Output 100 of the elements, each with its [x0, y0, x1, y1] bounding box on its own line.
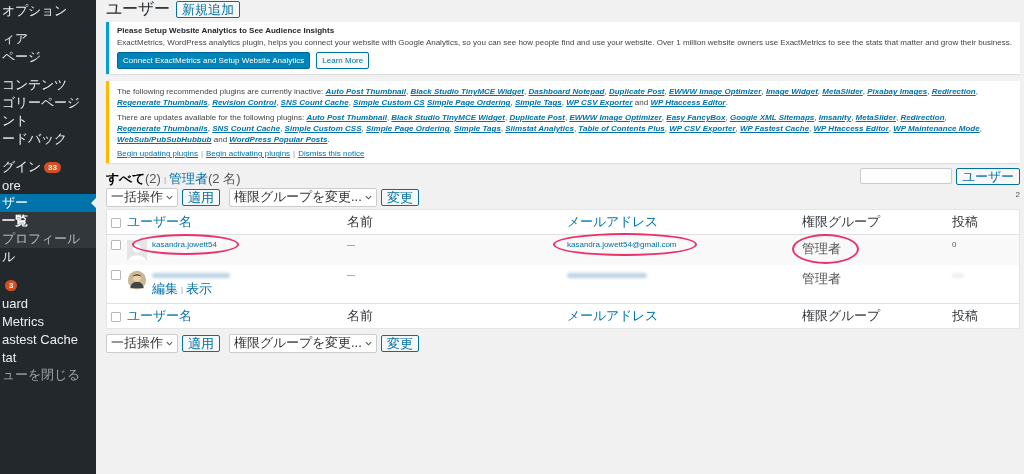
plugin-link[interactable]: Simple Tags — [454, 124, 501, 133]
plugin-link[interactable]: WP CSV Exporter — [566, 98, 633, 107]
plugin-link[interactable]: Auto Post Thumbnail — [306, 113, 387, 122]
learn-more-button[interactable]: Learn More — [316, 52, 370, 69]
plugin-link[interactable]: WP Htaccess Editor — [650, 98, 726, 107]
plugin-link[interactable]: Regenerate Thumbnails — [117, 124, 208, 133]
username-link[interactable]: kasandra.jowett54 — [152, 240, 217, 249]
separator: | — [200, 149, 204, 158]
column-header[interactable]: ユーザー名 — [127, 214, 192, 229]
sidebar-item[interactable]: Metrics — [0, 312, 96, 330]
highlight-ellipse — [792, 234, 859, 264]
column-header[interactable]: ユーザー名 — [127, 308, 192, 323]
separator: | — [181, 284, 184, 294]
plugin-link[interactable]: Black Studio TinyMCE Widget — [391, 113, 505, 122]
add-new-button[interactable]: 新規追加 — [176, 0, 240, 18]
plugin-link[interactable]: Table of Contents Plus — [578, 124, 665, 133]
column-header: 名前 — [347, 308, 373, 323]
post-count: 0 — [952, 240, 957, 249]
plugin-link[interactable]: Redirection — [900, 113, 945, 122]
page-title: ユーザー — [106, 0, 170, 19]
change-button[interactable]: 変更 — [380, 334, 419, 352]
sidebar-item[interactable]: オプション — [0, 2, 96, 20]
sidebar-item[interactable]: プロフィール — [0, 230, 96, 248]
sidebar-item[interactable]: ードバック — [0, 130, 96, 148]
notice-action-link[interactable]: Dismiss this notice — [298, 149, 365, 158]
item-count: 2 — [1015, 190, 1020, 199]
plugin-link[interactable]: MetaSlider — [822, 87, 863, 96]
plugin-link[interactable]: EWWW Image Optimizer — [668, 87, 762, 96]
count-badge: 33 — [44, 161, 61, 173]
plugin-link[interactable]: WP CSV Exporter — [669, 124, 736, 133]
plugin-link[interactable]: WP Maintenance Mode — [893, 124, 980, 133]
plugin-link[interactable]: WebSub/PubSubHubbub — [117, 135, 212, 144]
search-button[interactable]: ユーザー — [956, 168, 1020, 185]
notice-action-link[interactable]: Begin activating plugins — [206, 149, 291, 158]
sidebar-item[interactable]: ザー — [0, 194, 96, 212]
chevron-icon — [364, 194, 372, 200]
column-header: 名前 — [347, 214, 373, 229]
notice-action-link[interactable]: Begin updating plugins — [117, 149, 198, 158]
role-dropdown[interactable]: 権限グループを変更... — [229, 187, 377, 207]
plugin-link[interactable]: SNS Count Cache — [280, 98, 349, 107]
plugin-link[interactable]: Redirection — [931, 87, 976, 96]
plugin-link[interactable]: Image Widget — [765, 87, 818, 96]
count-badge: 3 — [5, 279, 18, 291]
plugin-link[interactable]: Simple Custom CS — [353, 98, 425, 107]
plugin-link[interactable]: EWWW Image Optimizer — [569, 113, 662, 122]
sidebar-item[interactable]: uard — [0, 294, 96, 312]
row-checkbox[interactable] — [111, 270, 121, 280]
connect-button[interactable]: Connect ExactMetrics and Setup Website Analytics — [117, 52, 311, 69]
plugin-link[interactable]: Simple Tags — [514, 98, 562, 107]
column-header[interactable]: メールアドレス — [567, 214, 658, 229]
select-all-checkbox[interactable] — [111, 218, 121, 229]
sidebar-item[interactable]: 一覧 — [0, 212, 96, 230]
plugin-link[interactable]: Imsanity — [818, 113, 852, 122]
chevron-icon — [166, 340, 173, 346]
name-text: — — [347, 240, 355, 249]
row-checkbox[interactable] — [111, 240, 121, 250]
notice-text: The following recommended plugins are currently inactive: Auto Post Thumbnail, Black Studio TinyMCE Widget, Dashboard Notepad, Duplicate Post, EWWW Image Optimizer, Image Widget, MetaSlider, Pixabay Images, Redirection, Regenerate Thumbnails, Revision Control, SNS Count Cache, Simple Custom CS Simple Page Ordering, Simple Tags, WP CSV Exporter and WP Htaccess Editor. — [117, 86, 979, 108]
apply-button[interactable]: 適用 — [182, 334, 220, 352]
plugin-link[interactable]: WP Htaccess Editor — [813, 124, 889, 133]
sidebar-item[interactable]: ore — [0, 176, 96, 194]
notice-text: There are updates available for the following plugins: Auto Post Thumbnail, Black Studio TinyMCE Widget, Duplicate Post, EWWW Image Optimizer, Easy FancyBox, Google XML Sitemaps, Imsanity, MetaSlider, Redirection, Regenerate Thumbnails, SNS Count Cache, Simple Custom CSS, Simple Page Ordering, Simple Tags, Slimstat Analytics, Table of Contents Plus, WP CSV Exporter, WP Fastest Cache, WP Htaccess Editor, WP Maintenance Mode, WebSub/PubSubHubbub and WordPress Popular Posts. — [117, 112, 983, 145]
avatar-icon — [127, 270, 147, 290]
role-dropdown[interactable]: 権限グループを変更... — [229, 333, 377, 353]
apply-button[interactable]: 適用 — [182, 188, 220, 206]
sidebar-item[interactable]: 3 — [0, 276, 96, 294]
sidebar-item[interactable]: グイン 33 — [0, 158, 96, 176]
sidebar-item[interactable]: ィア — [0, 30, 96, 48]
plugin-link[interactable]: Duplicate Post — [509, 113, 565, 122]
select-all-checkbox[interactable] — [111, 312, 121, 323]
sidebar-item[interactable]: ューを閉じる — [0, 366, 96, 384]
sidebar-item[interactable]: ル — [0, 248, 96, 266]
sidebar-item[interactable]: ント — [0, 112, 96, 130]
sidebar-item[interactable]: tat — [0, 348, 96, 366]
notice-text: ExactMetrics, WordPress analytics plugin, helps you connect your website with Google Analytics, so you can see how people find and use your website. Over 1 million website owners use ExactMetrics to see the stats that matter and grow their business. — [117, 38, 1012, 48]
column-header: 権限グループ — [802, 214, 880, 229]
sidebar-item[interactable]: astest Cache — [0, 330, 96, 348]
view-filter-link[interactable]: 管理者(2 名) — [168, 170, 241, 188]
email-link[interactable]: kasandra.jowett54@gmail.com — [567, 240, 677, 249]
change-button[interactable]: 変更 — [380, 188, 419, 206]
search-field[interactable] — [860, 168, 952, 184]
bulk-action-dropdown[interactable]: 一括操作 — [106, 187, 178, 207]
plugin-link[interactable]: Black Studio TinyMCE Widget — [410, 87, 524, 96]
plugin-link[interactable]: Simple Page Ordering — [365, 124, 450, 133]
plugin-link[interactable]: Duplicate Post — [608, 87, 665, 96]
sidebar-item[interactable]: コンテンツ — [0, 76, 96, 94]
row-action-link[interactable]: 表示 — [186, 280, 213, 298]
column-header: 投稿 — [952, 214, 978, 229]
plugin-link[interactable]: Slimstat Analytics — [505, 124, 574, 133]
separator: | — [293, 149, 296, 158]
notice-title: Please Setup Website Analytics to See Audience Insights — [117, 26, 336, 35]
plugin-link[interactable]: Regenerate Thumbnails — [117, 98, 208, 107]
bulk-action-dropdown[interactable]: 一括操作 — [106, 333, 178, 353]
view-filter-link[interactable]: すべて(2) — [106, 170, 161, 188]
row-action-link[interactable]: 編集 — [152, 280, 178, 298]
plugin-link[interactable]: Auto Post Thumbnail — [325, 87, 406, 96]
column-header[interactable]: メールアドレス — [567, 308, 658, 323]
sidebar-item[interactable]: ページ — [0, 48, 96, 66]
chevron-icon — [364, 340, 372, 346]
sidebar-item[interactable]: ゴリーページ — [0, 94, 96, 112]
plugin-link[interactable]: Simple Custom CSS — [284, 124, 362, 133]
